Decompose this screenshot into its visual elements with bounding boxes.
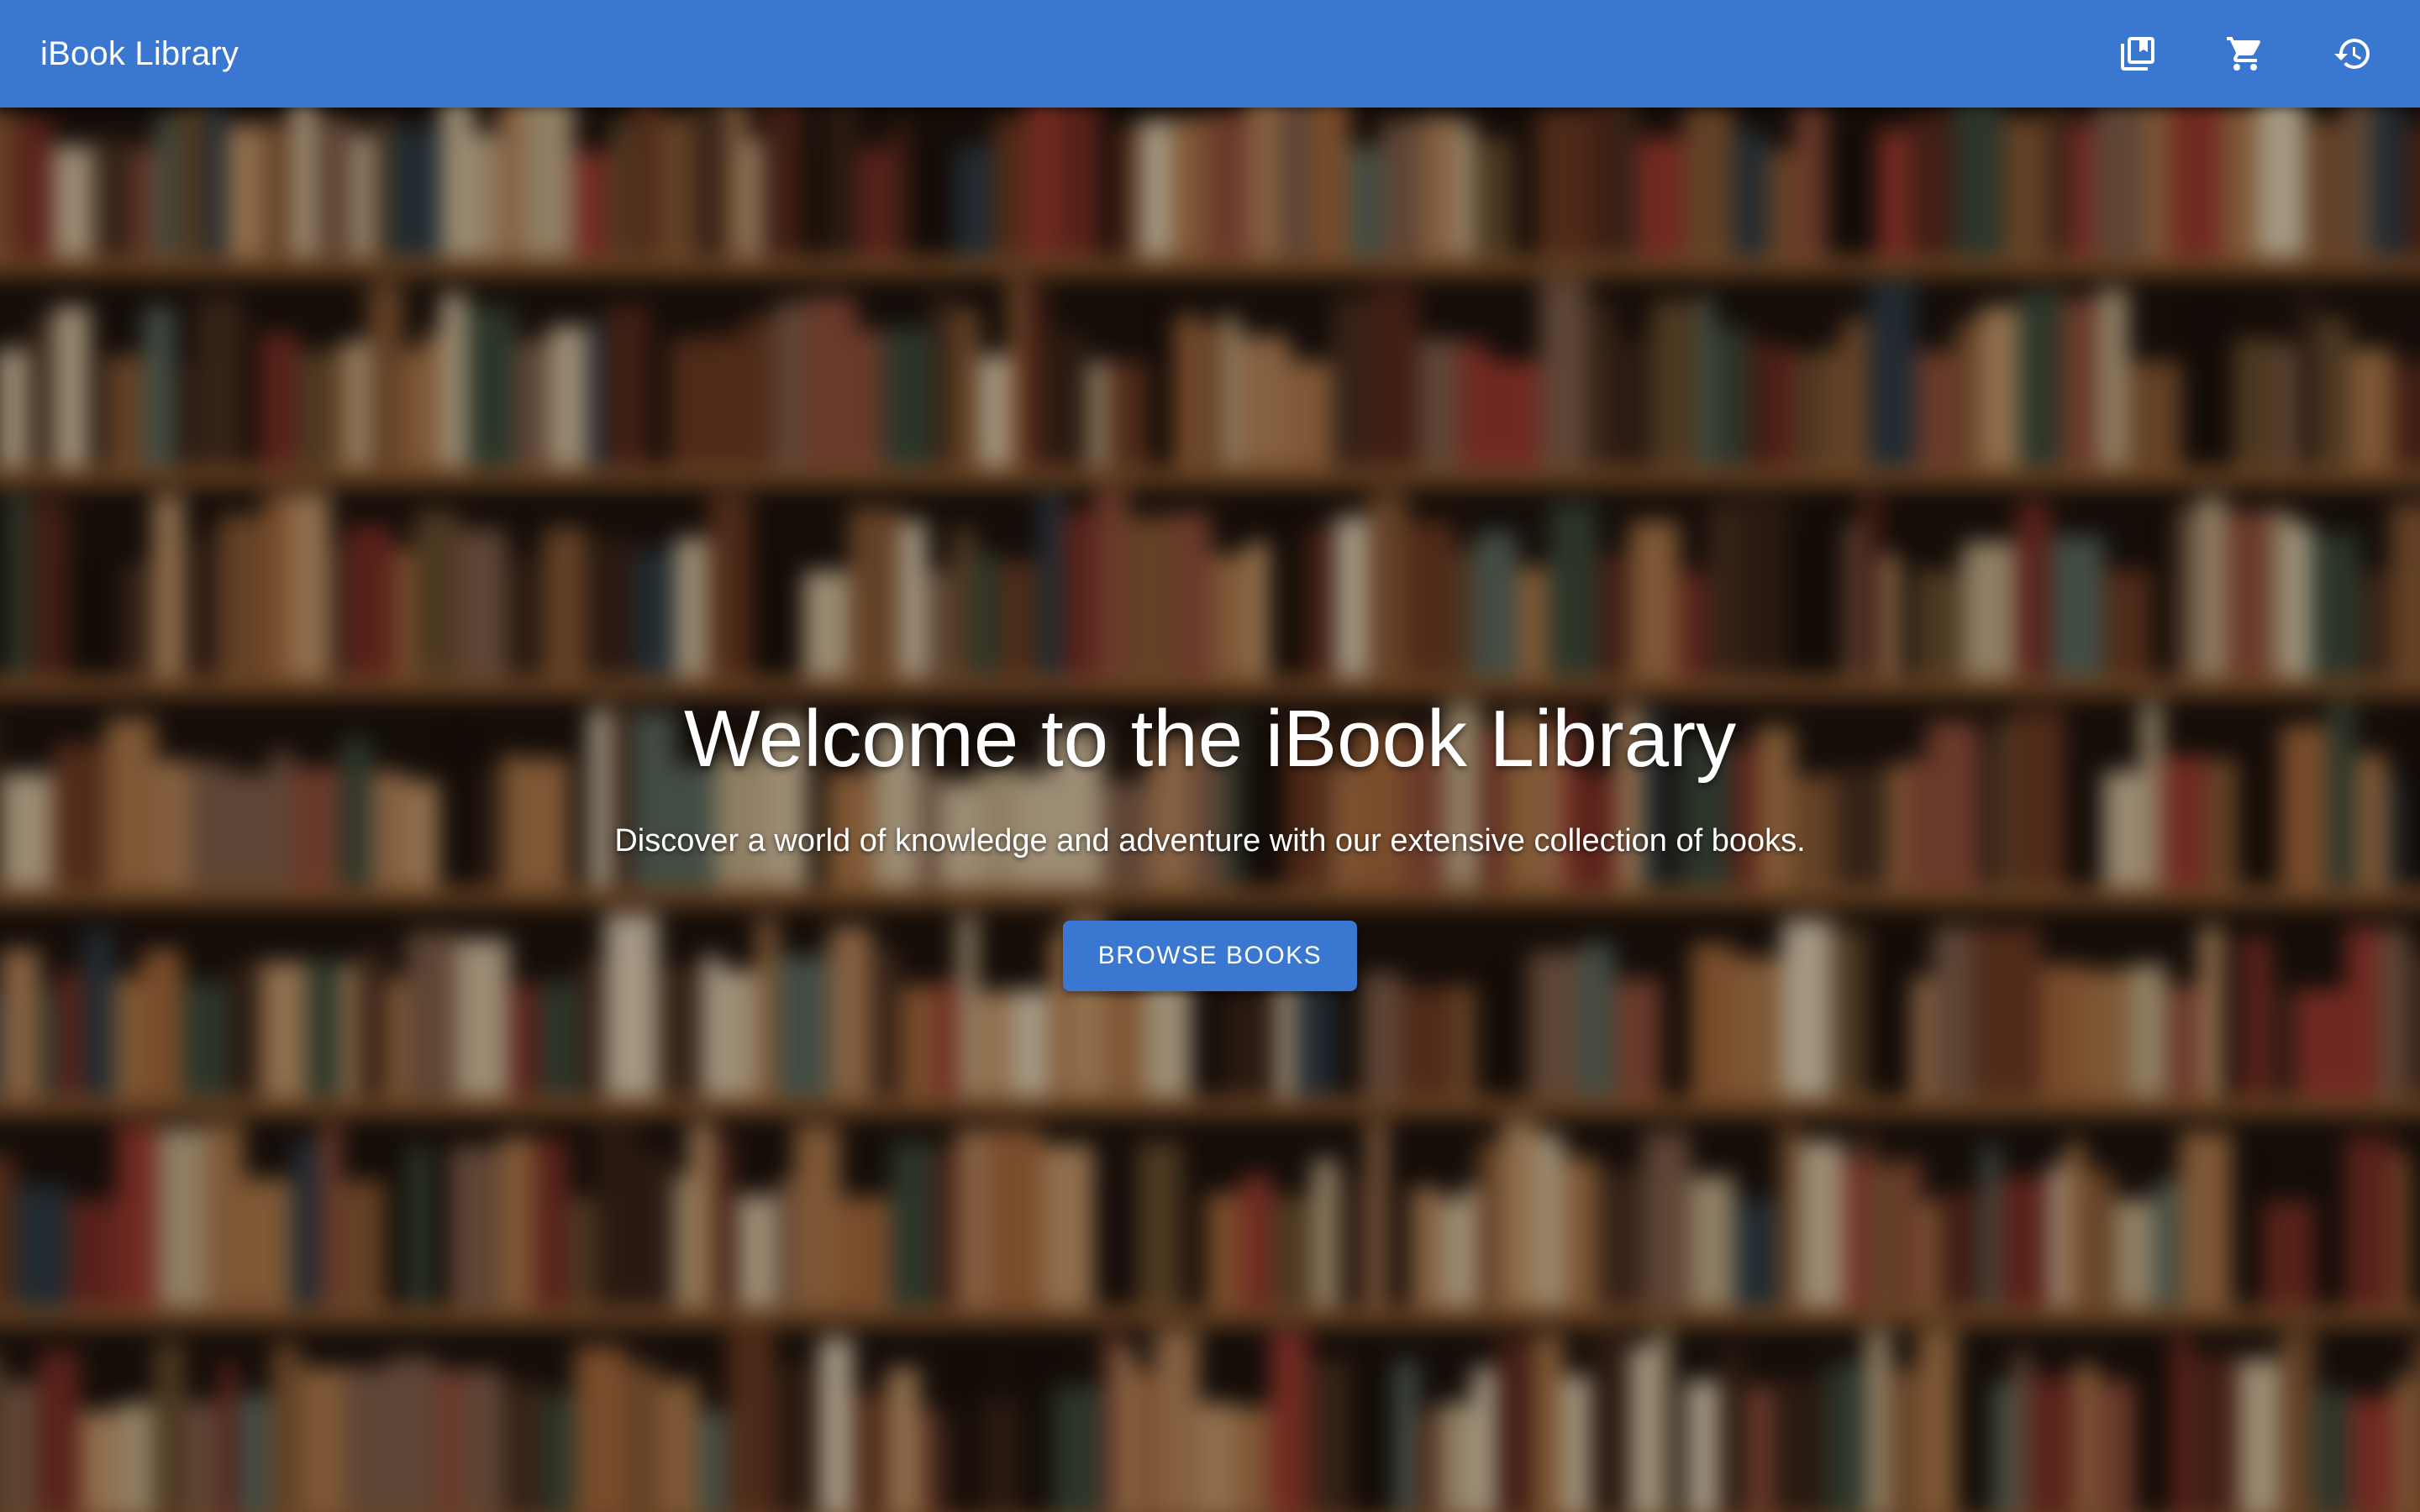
history-button[interactable] (2316, 17, 2390, 91)
hero-title: Welcome to the iBook Library (683, 694, 1737, 784)
toolbar (2101, 17, 2390, 91)
app-bar: iBook Library (0, 0, 2420, 108)
browse-books-button[interactable]: BROWSE BOOKS (1062, 921, 1358, 991)
library-button[interactable] (2101, 17, 2175, 91)
history-icon (2334, 39, 2370, 70)
hero-section: Welcome to the iBook Library Discover a … (0, 689, 2420, 991)
library-books-icon (2121, 37, 2154, 71)
app-title[interactable]: iBook Library (40, 35, 2101, 73)
shopping-cart-icon (2227, 37, 2261, 71)
hero-subtitle: Discover a world of knowledge and advent… (614, 823, 1806, 858)
app-root: iBook Library Welcome to the iBook Libra… (0, 0, 2420, 1512)
cart-button[interactable] (2208, 17, 2282, 91)
